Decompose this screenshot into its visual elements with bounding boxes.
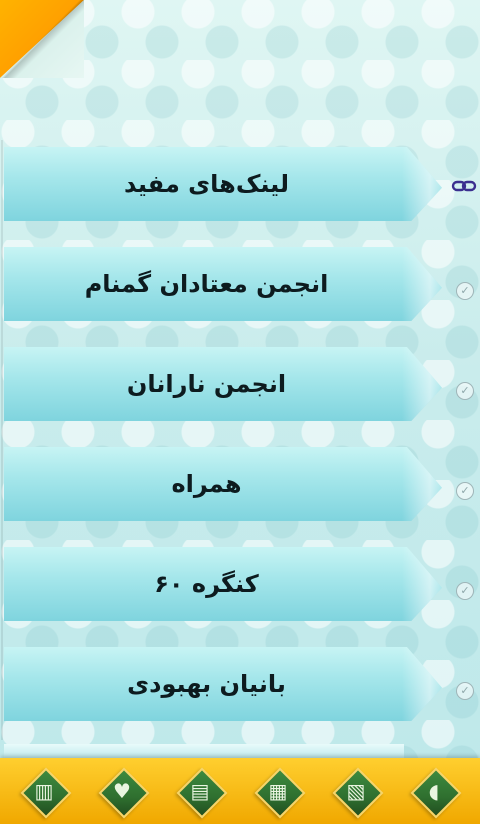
book-icon: ▧ <box>346 779 366 803</box>
menu-item-label: انجمن معتادان گمنام <box>84 270 329 298</box>
toolbar-button-heart[interactable]: ♥ <box>96 765 150 819</box>
link-icon <box>451 180 477 192</box>
menu-item-na[interactable]: انجمن معتادان گمنام ✓ <box>4 240 474 322</box>
toolbar-button-building[interactable]: ▥ <box>18 765 72 819</box>
building-icon: ▥ <box>34 779 54 803</box>
city-icon: ▦ <box>268 779 288 803</box>
check-icon: ✓ <box>456 282 474 300</box>
menu-item-hamrah[interactable]: همراه ✓ <box>4 440 474 522</box>
check-icon: ✓ <box>456 682 474 700</box>
check-icon: ✓ <box>456 382 474 400</box>
menu-item-label: لینک‌های مفید <box>124 170 289 198</box>
toolbar-button-book[interactable]: ▧ <box>330 765 384 819</box>
toolbar-button-city[interactable]: ▦ <box>252 765 306 819</box>
check-icon: ✓ <box>456 582 474 600</box>
menu-item-partial[interactable] <box>4 744 404 758</box>
menu-item-label: بانیان بهبودی <box>127 670 286 698</box>
page-corner-fold <box>0 0 84 78</box>
menu-item-useful-links[interactable]: لینک‌های مفید <box>4 140 477 222</box>
menu-item-recovery-founders[interactable]: بانیان بهبودی ✓ <box>4 640 474 722</box>
heart-icon: ♥ <box>113 779 131 803</box>
menu-item-label: انجمن نارانان <box>126 370 287 398</box>
stripes-icon: ▤ <box>190 779 210 803</box>
check-icon: ✓ <box>456 482 474 500</box>
menu-item-label: همراه <box>171 470 242 498</box>
menu-item-naranon[interactable]: انجمن نارانان ✓ <box>4 340 474 422</box>
scrollbar-track <box>1 140 3 740</box>
toolbar-button-user[interactable]: ◖ <box>408 765 462 819</box>
toolbar-button-stripes[interactable]: ▤ <box>174 765 228 819</box>
bottom-toolbar: ▥ ♥ ▤ ▦ ▧ ◖ <box>0 758 480 824</box>
menu-item-congress60[interactable]: کنگره ۶۰ ✓ <box>4 540 474 622</box>
menu-item-label: کنگره ۶۰ <box>154 570 259 598</box>
user-icon: ◖ <box>428 779 440 803</box>
